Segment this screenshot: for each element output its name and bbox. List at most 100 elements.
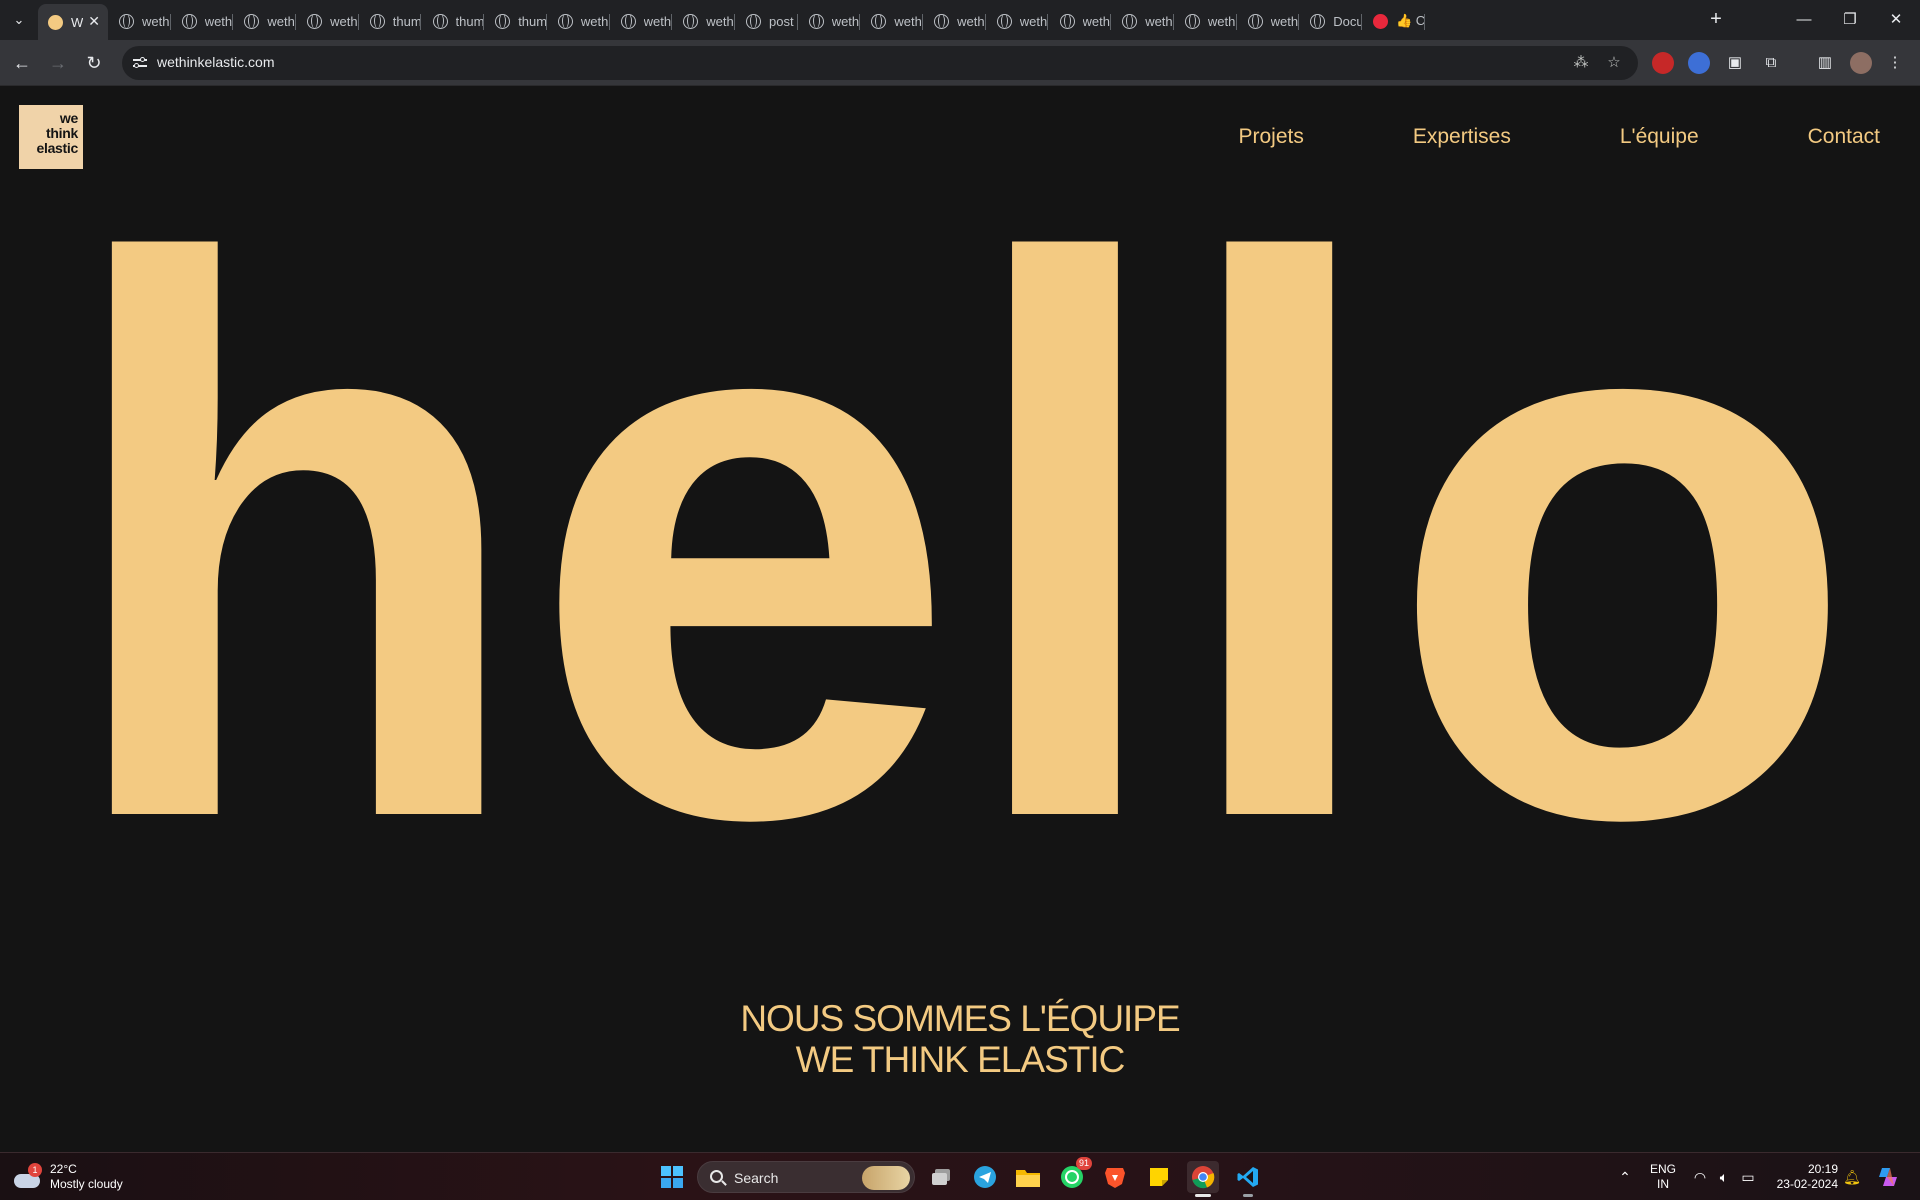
nav-link-expertises[interactable]: Expertises [1413,125,1511,149]
browser-tab[interactable]: weth [799,6,861,36]
sticky-notes-icon[interactable] [1143,1161,1175,1193]
tab-separator [671,14,673,30]
globe-favicon-icon [369,13,385,29]
browser-tab[interactable]: weth [673,6,735,36]
extensions-puzzle-icon[interactable]: ⧉ [1760,52,1782,74]
browser-tab[interactable]: weth [611,6,673,36]
nav-link-contact[interactable]: Contact [1808,125,1880,149]
battery-icon[interactable]: ▭ [1738,1167,1758,1187]
copilot-icon[interactable] [1872,1161,1904,1193]
browser-tab[interactable]: weth [924,6,986,36]
file-explorer-icon[interactable] [1012,1161,1044,1193]
we-think-elastic-logo[interactable]: we think elastic [19,105,83,169]
close-window-icon[interactable]: ✕ [1873,6,1919,34]
forward-arrow-icon[interactable]: → [46,51,70,75]
extension-blue-icon[interactable] [1688,52,1710,74]
browser-tab[interactable]: thum [360,6,422,36]
weather-widget[interactable]: 1 22°C Mostly cloudy [14,1159,123,1195]
profile-avatar[interactable] [1850,52,1872,74]
browser-tab[interactable]: weth [861,6,924,36]
restore-icon[interactable]: ❐ [1827,6,1873,34]
browser-tab[interactable]: weth [1238,6,1300,36]
globe-favicon-icon [746,13,761,29]
notification-bell-icon[interactable]: 🔔︎ [1842,1167,1862,1187]
bookmark-star-icon[interactable]: ☆ [1605,54,1623,72]
side-panel-icon[interactable]: ▥ [1814,52,1836,74]
browser-tab[interactable]: weth [297,6,359,36]
browser-tab[interactable]: thum [423,6,485,36]
tab-title: post [769,13,794,29]
task-view-icon[interactable] [925,1161,957,1193]
extension-notes-icon[interactable]: ▣ [1724,52,1746,74]
tab-separator [295,14,297,30]
browser-tab[interactable]: 👍 C [1363,6,1425,36]
tab-title: weth [1082,13,1110,29]
site-settings-icon[interactable] [132,55,148,71]
globe-favicon-icon [307,13,323,29]
browser-tab[interactable]: post [736,6,798,36]
tab-title: weth [1270,13,1299,29]
volume-icon[interactable]: 🔈︎ [1714,1167,1734,1187]
tab-title: weth [643,13,672,29]
nav-link-projets[interactable]: Projets [1238,125,1303,149]
reload-icon[interactable]: ↻ [82,51,106,75]
url-text[interactable]: wethinkelastic.com [157,54,275,70]
vscode-icon[interactable] [1232,1161,1264,1197]
logo-line-3: elastic [36,140,79,156]
browser-tab[interactable]: weth [1112,6,1174,36]
tab-separator [922,14,924,30]
tab-title: weth [1207,13,1236,29]
tab-title: weth [330,13,358,29]
tab-separator [1360,14,1362,30]
browser-tab[interactable]: weth [109,6,171,36]
tab-separator [357,14,359,30]
tab-separator [859,14,861,30]
browser-tab[interactable]: weth [172,6,234,36]
browser-tab[interactable]: weth [548,6,610,36]
browser-tab[interactable]: Docu [1300,6,1362,36]
tab-title: weth [267,13,295,29]
browser-tab[interactable]: thum [485,6,547,36]
browser-menu-icon[interactable]: ⋮ [1884,52,1906,74]
globe-favicon-icon [996,13,1012,29]
brave-browser-icon[interactable] [1099,1161,1131,1193]
whatsapp-icon[interactable]: 91 [1056,1157,1092,1193]
new-tab-plus-icon[interactable]: + [1704,8,1728,32]
website-page: we think elastic Projets Expertises L'éq… [0,87,1920,1152]
browser-tab[interactable]: weth [234,6,297,36]
lang-line-2: IN [1657,1177,1669,1191]
tab-separator [984,14,986,30]
browser-tab-active[interactable]: W ✕ [38,4,108,40]
tab-title: weth [580,13,609,29]
globe-favicon-icon [244,13,260,29]
minimize-icon[interactable]: — [1781,6,1827,34]
browser-tab[interactable]: weth [1175,6,1237,36]
language-indicator[interactable]: ENG IN [1648,1162,1678,1192]
clock[interactable]: 20:19 23-02-2024 [1768,1162,1838,1192]
tab-separator [1235,14,1237,30]
chrome-icon[interactable] [1187,1161,1219,1197]
extension-red-icon[interactable] [1652,52,1674,74]
globe-favicon-icon [1184,13,1200,29]
logo-line-2: think [46,125,78,141]
translate-icon[interactable]: ⁂ [1572,54,1590,72]
windows-start-icon[interactable] [656,1161,688,1193]
back-arrow-icon[interactable]: ← [10,51,34,75]
browser-tab[interactable]: weth [1050,6,1112,36]
tab-separator [796,14,798,30]
globe-favicon-icon [181,13,197,29]
show-hidden-icons-chevron[interactable]: ⌃ [1615,1167,1635,1187]
taskbar-search[interactable]: Search [697,1161,915,1193]
tab-close-icon[interactable]: ✕ [88,13,100,30]
wifi-icon[interactable]: ◠ [1690,1167,1710,1187]
clock-date: 23-02-2024 [1776,1177,1838,1191]
nav-link-equipe[interactable]: L'équipe [1620,125,1699,149]
tab-search-chevron-icon[interactable]: ⌄ [7,8,31,32]
browser-tab[interactable]: weth [987,6,1049,36]
globe-favicon-icon [557,13,573,29]
telegram-icon[interactable] [969,1161,1001,1193]
lang-line-1: ENG [1649,1162,1676,1176]
address-bar[interactable]: wethinkelastic.com ⁂ ☆ [122,46,1638,80]
globe-favicon-icon [1122,13,1138,29]
hero-hello-wordmark: hello [70,222,1860,852]
